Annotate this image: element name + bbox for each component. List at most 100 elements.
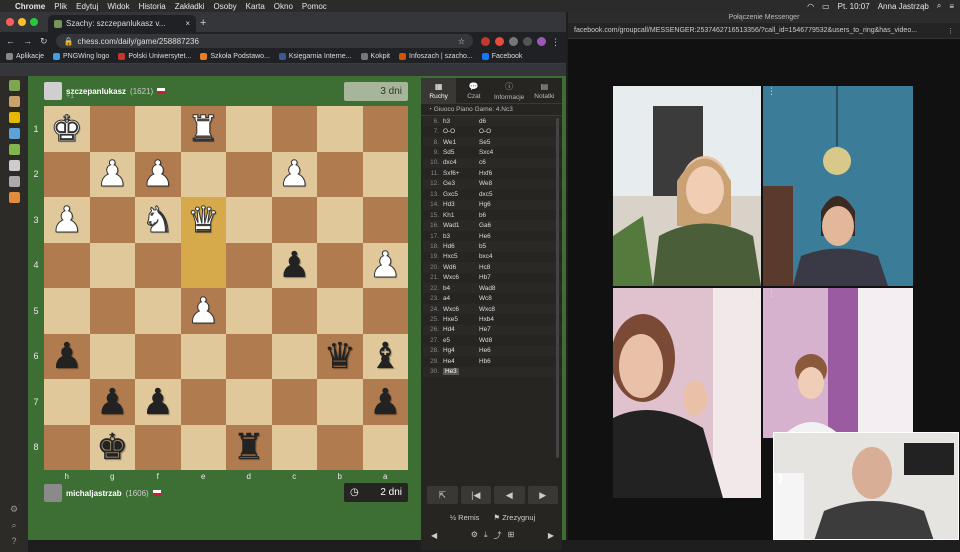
board-square[interactable] [226, 379, 272, 425]
board-square[interactable]: ♟ [44, 197, 90, 243]
white-pawn-icon[interactable]: ♟ [278, 155, 311, 192]
white-move[interactable]: Wxc6 [443, 274, 479, 281]
black-move[interactable]: Wad8 [479, 285, 515, 292]
tile-more-icon[interactable]: ⋮ [748, 86, 757, 97]
white-move[interactable]: Hd4 [443, 326, 479, 333]
menubar-clock[interactable]: Pt. 10:07 [838, 2, 870, 11]
lock-icon[interactable]: 🔒 [64, 37, 74, 46]
menu-item-file[interactable]: Plik [54, 2, 67, 11]
board-square[interactable]: ♟ [89, 379, 135, 425]
menu-item-tab[interactable]: Karta [246, 2, 265, 11]
offer-draw-button[interactable]: ½ Remis [450, 513, 480, 522]
tab-moves[interactable]: ▦ Ruchy [421, 78, 457, 103]
board-square[interactable] [180, 333, 226, 379]
new-tab-button[interactable]: + [200, 17, 206, 32]
board-square[interactable] [89, 197, 135, 243]
black-rook-icon[interactable]: ♜ [233, 429, 265, 465]
next-game-icon[interactable]: ▶ [548, 531, 554, 540]
white-move[interactable]: He3 [443, 368, 479, 376]
black-move[interactable]: Wc8 [479, 295, 515, 302]
board-square[interactable] [89, 242, 135, 288]
opening-name[interactable]: ◔ Giuoco Piano Game: 4.Nc3 [421, 104, 562, 116]
board-square[interactable] [44, 288, 90, 334]
board-square[interactable] [226, 333, 272, 379]
black-move[interactable]: Wxc8 [479, 306, 515, 313]
black-bishop-icon[interactable]: ♝ [369, 338, 401, 374]
extension-icon-4[interactable] [523, 36, 532, 46]
board-square[interactable] [135, 242, 181, 288]
black-pawn-icon[interactable]: ♟ [96, 383, 128, 420]
white-move[interactable]: b4 [443, 285, 479, 292]
chevron-right-icon[interactable]: ❯ [776, 473, 784, 484]
black-move[interactable]: Hg6 [479, 201, 515, 208]
white-pawn-icon[interactable]: ♟ [96, 155, 129, 192]
board-square[interactable] [226, 242, 272, 288]
board-square[interactable]: ♟ [362, 242, 408, 288]
white-move[interactable]: Gxc5 [443, 191, 479, 198]
board-square[interactable] [317, 106, 363, 152]
avatar[interactable] [44, 82, 62, 100]
settings-gear-icon[interactable]: ⚙ [10, 504, 18, 515]
extension-icon-2[interactable] [495, 36, 504, 46]
board-square[interactable] [44, 242, 90, 288]
board-square[interactable]: ♚ [89, 424, 135, 470]
board-square[interactable] [180, 379, 226, 425]
reload-icon[interactable]: ↻ [40, 36, 48, 47]
board-square[interactable] [317, 424, 363, 470]
tab-notes[interactable]: ▤ Notatki [527, 78, 562, 103]
black-move[interactable]: c6 [479, 159, 515, 166]
address-bar[interactable]: 🔒 chess.com/daily/game/258887236 ☆ [55, 34, 473, 48]
board-square[interactable]: ♟ [44, 333, 90, 379]
white-move[interactable]: Hxe5 [443, 316, 479, 323]
bookmark-item[interactable]: Szkoła Podstawo... [200, 53, 270, 60]
black-move[interactable]: dxc5 [479, 191, 515, 198]
extension-icon-1[interactable] [481, 36, 490, 46]
board-square[interactable] [226, 288, 272, 334]
bookmark-item[interactable]: Infoszach | szacho... [399, 53, 473, 60]
black-move[interactable]: We8 [479, 180, 515, 187]
black-move[interactable]: Hb7 [479, 274, 515, 281]
white-move[interactable]: Wxc6 [443, 306, 479, 313]
black-move[interactable]: He7 [479, 326, 515, 333]
white-move[interactable]: h3 [443, 118, 479, 125]
board-square[interactable] [317, 242, 363, 288]
video-tile-participant-2[interactable]: ⋮ [763, 86, 913, 286]
social-icon[interactable] [8, 176, 20, 187]
news-icon[interactable] [8, 160, 20, 171]
forward-arrow-icon[interactable]: → [23, 36, 32, 46]
menu-list-icon[interactable]: ≡ [949, 2, 954, 11]
bookmark-item[interactable]: Kokpit [360, 53, 390, 60]
board-square[interactable] [226, 151, 272, 197]
white-move[interactable]: We1 [443, 139, 479, 146]
board-square[interactable] [135, 288, 181, 334]
board-square[interactable] [89, 288, 135, 334]
chrome-menu-icon[interactable]: ⋮ [551, 37, 560, 47]
chess-logo-icon[interactable] [8, 80, 20, 91]
board-square[interactable]: ♟ [362, 379, 408, 425]
white-move[interactable]: Hd6 [443, 243, 479, 250]
avatar[interactable] [44, 484, 62, 502]
board-square[interactable] [180, 151, 226, 197]
black-move[interactable]: Se5 [479, 139, 515, 146]
menu-item-view[interactable]: Widok [107, 2, 129, 11]
black-pawn-icon[interactable]: ♟ [369, 383, 401, 420]
board-square[interactable] [271, 379, 317, 425]
prev-move-button[interactable]: ◀ [494, 486, 525, 504]
board-square[interactable]: ♟ [180, 288, 226, 334]
board-square[interactable] [226, 197, 272, 243]
white-pawn-icon[interactable]: ♟ [50, 201, 83, 238]
board-square[interactable] [180, 242, 226, 288]
white-pawn-icon[interactable]: ♟ [187, 292, 220, 329]
wifi-icon[interactable]: ◠ [807, 2, 814, 11]
black-move[interactable]: Hb6 [479, 358, 515, 365]
bookmark-item[interactable]: Aplikacje [6, 53, 44, 60]
menu-app-name[interactable]: Chrome [15, 2, 45, 11]
puzzle-icon[interactable] [8, 112, 20, 123]
white-move[interactable]: Wd6 [443, 264, 479, 271]
board-square[interactable]: ♚ [44, 106, 90, 152]
bookmark-item[interactable]: PNGWing logo [53, 53, 109, 60]
tile-more-icon[interactable]: ⋮ [748, 288, 757, 299]
bookmark-item[interactable]: Polski Uniwersytet... [118, 53, 191, 60]
add-icon[interactable]: ⊞ [508, 530, 515, 541]
white-move[interactable]: O-O [443, 128, 479, 135]
